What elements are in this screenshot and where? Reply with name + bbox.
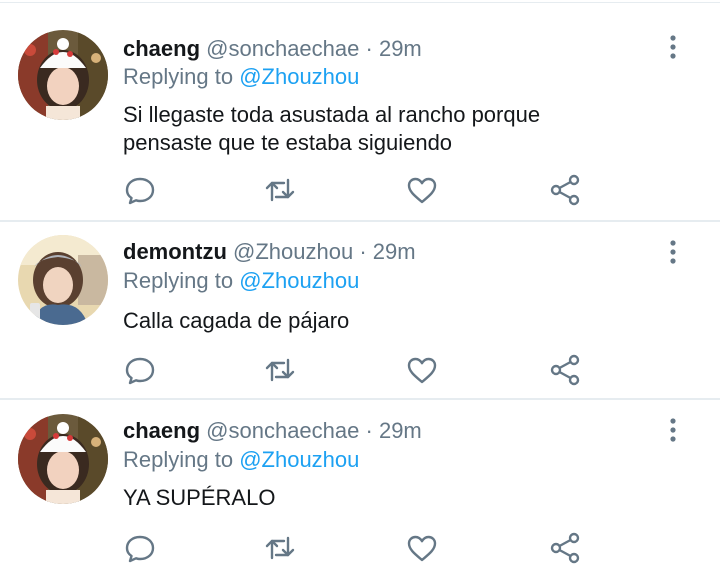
replying-prefix: Replying to <box>123 447 234 472</box>
replying-prefix: Replying to <box>123 64 234 89</box>
user-handle[interactable]: @Zhouzhou <box>233 239 353 264</box>
action-bar <box>123 531 593 565</box>
tweet-header: chaeng @sonchaechae · 29m <box>123 35 422 63</box>
replying-to-handle[interactable]: @Zhouzhou <box>239 447 359 472</box>
replying-prefix: Replying to <box>123 268 234 293</box>
separator-dot: · <box>365 418 373 443</box>
separator-dot: · <box>365 36 373 61</box>
more-options-icon[interactable] <box>660 33 686 61</box>
tweet-text-line: YA SUPÉRALO <box>123 485 276 510</box>
display-name[interactable]: chaeng <box>123 36 200 61</box>
replying-to-handle[interactable]: @Zhouzhou <box>239 64 359 89</box>
reply-icon[interactable] <box>123 531 157 565</box>
like-icon[interactable] <box>405 353 439 387</box>
tweet-text-line: Calla cagada de pájaro <box>123 308 350 333</box>
separator-dot: · <box>359 239 367 264</box>
tweet-text-line: pensaste que te estaba siguiendo <box>123 130 453 155</box>
action-bar <box>123 353 593 387</box>
tweet-text: YA SUPÉRALO <box>123 484 643 512</box>
tweet-text-line: Si llegaste toda asustada al rancho porq… <box>123 102 541 127</box>
tweet-text: Calla cagada de pájaro <box>123 307 643 335</box>
user-handle[interactable]: @sonchaechae <box>206 36 359 61</box>
display-name[interactable]: demontzu <box>123 239 227 264</box>
share-icon[interactable] <box>548 173 582 207</box>
more-options-icon[interactable] <box>660 416 686 444</box>
retweet-icon[interactable] <box>263 173 297 207</box>
tweet-header: chaeng @sonchaechae · 29m <box>123 417 422 445</box>
timestamp[interactable]: 29m <box>379 418 422 443</box>
replying-to-handle[interactable]: @Zhouzhou <box>239 268 359 293</box>
like-icon[interactable] <box>405 173 439 207</box>
timestamp[interactable]: 29m <box>373 239 416 264</box>
avatar[interactable] <box>18 414 108 504</box>
avatar[interactable] <box>18 235 108 325</box>
retweet-icon[interactable] <box>263 531 297 565</box>
action-bar <box>123 173 593 207</box>
replying-to: Replying to @Zhouzhou <box>123 446 359 474</box>
tweet-text: Si llegaste toda asustada al rancho porq… <box>123 101 643 157</box>
top-divider <box>0 2 720 3</box>
more-options-icon[interactable] <box>660 238 686 266</box>
reply-thread: chaeng @sonchaechae · 29m Replying to @Z… <box>0 0 720 576</box>
retweet-icon[interactable] <box>263 353 297 387</box>
reply-icon[interactable] <box>123 173 157 207</box>
tweet-header: demontzu @Zhouzhou · 29m <box>123 238 416 266</box>
like-icon[interactable] <box>405 531 439 565</box>
tweet[interactable]: chaeng @sonchaechae · 29m Replying to @Z… <box>0 5 720 222</box>
display-name[interactable]: chaeng <box>123 418 200 443</box>
user-handle[interactable]: @sonchaechae <box>206 418 359 443</box>
replying-to: Replying to @Zhouzhou <box>123 63 359 91</box>
timestamp[interactable]: 29m <box>379 36 422 61</box>
share-icon[interactable] <box>548 353 582 387</box>
replying-to: Replying to @Zhouzhou <box>123 267 359 295</box>
tweet[interactable]: chaeng @sonchaechae · 29m Replying to @Z… <box>0 400 720 576</box>
reply-icon[interactable] <box>123 353 157 387</box>
share-icon[interactable] <box>548 531 582 565</box>
tweet[interactable]: demontzu @Zhouzhou · 29m Replying to @Zh… <box>0 222 720 400</box>
avatar[interactable] <box>18 30 108 120</box>
